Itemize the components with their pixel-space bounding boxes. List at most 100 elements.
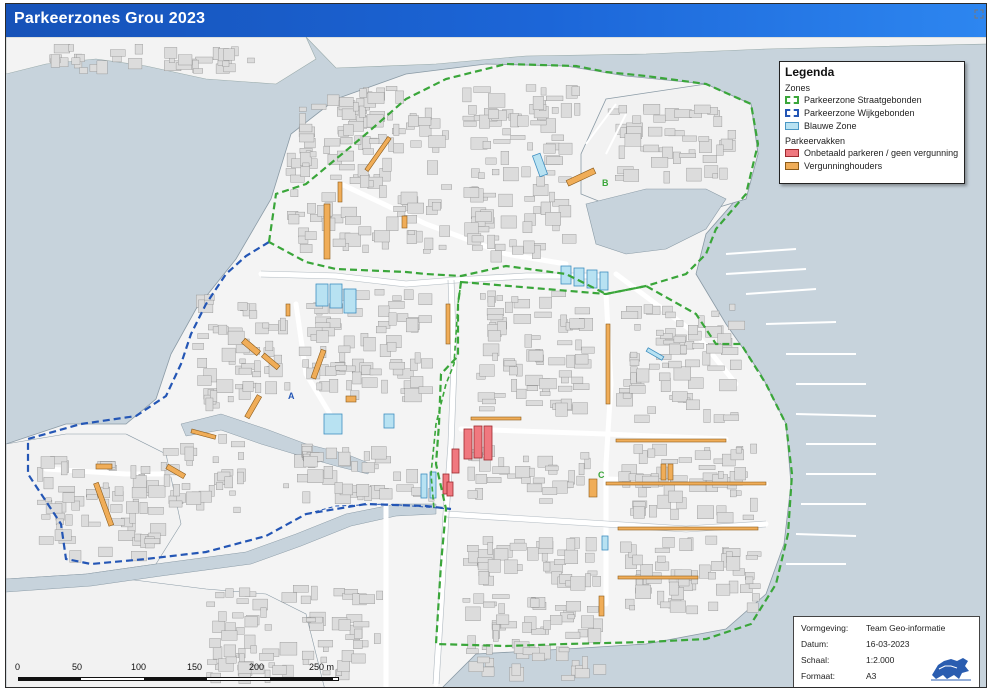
building [622, 393, 632, 399]
building [551, 134, 564, 141]
legend-label: Parkeerzone Wijkgebonden [804, 107, 915, 118]
building [548, 357, 566, 366]
building [168, 500, 183, 508]
legend-label: Onbetaald parkeren / geen vergunning [804, 147, 959, 158]
building [564, 549, 578, 564]
building [542, 487, 558, 495]
building [486, 477, 502, 483]
building [40, 456, 55, 469]
building [630, 351, 638, 358]
info-value-formaat: A3 [866, 671, 877, 681]
building [566, 538, 576, 552]
building [395, 90, 404, 104]
building [678, 457, 693, 463]
building [629, 385, 646, 394]
building [655, 561, 670, 571]
building [393, 123, 400, 136]
building [503, 360, 517, 367]
building [223, 48, 235, 61]
building [389, 362, 405, 370]
building [662, 362, 669, 368]
blue-dashed-swatch [785, 108, 799, 117]
building [570, 576, 586, 591]
building [546, 170, 556, 176]
zone-label-c: C [598, 470, 605, 480]
legend-label: Parkeerzone Straatgebonden [804, 94, 922, 105]
building [462, 598, 471, 603]
building [705, 535, 718, 545]
lion-emblem-icon [931, 658, 971, 681]
building [317, 640, 333, 648]
building [649, 363, 660, 370]
building [711, 310, 720, 317]
building [621, 311, 639, 319]
building [505, 301, 513, 313]
building [358, 226, 372, 236]
building [587, 628, 602, 643]
building [386, 216, 399, 231]
building [250, 645, 257, 654]
building [543, 143, 556, 154]
building [325, 366, 337, 376]
building [647, 448, 656, 458]
building [302, 491, 311, 504]
building [492, 594, 510, 599]
expand-icon[interactable] [974, 6, 984, 24]
building [309, 151, 317, 158]
building [316, 330, 329, 343]
building [498, 603, 505, 614]
building [140, 466, 151, 475]
building [221, 630, 238, 641]
building [299, 133, 315, 143]
building [539, 391, 551, 396]
building [661, 459, 678, 464]
building [130, 465, 137, 479]
legend-item-straatgebonden: Parkeerzone Straatgebonden [785, 93, 959, 106]
building [513, 314, 531, 324]
building [662, 537, 675, 548]
building [349, 176, 362, 184]
building [379, 185, 387, 198]
building [186, 491, 202, 505]
building [477, 656, 490, 664]
building [496, 295, 503, 301]
building [522, 221, 533, 233]
building [495, 243, 506, 251]
building [481, 666, 495, 677]
building [561, 675, 575, 681]
building [679, 538, 692, 551]
building [623, 169, 639, 182]
building [307, 469, 324, 484]
building [745, 576, 754, 585]
legend-section-zones: Zones [785, 83, 811, 93]
building [468, 661, 484, 672]
building [668, 490, 683, 503]
building [421, 358, 433, 369]
building [406, 469, 419, 484]
building [338, 451, 351, 466]
green-dashed-swatch [785, 95, 799, 104]
building [128, 58, 143, 70]
building [224, 476, 233, 489]
building [237, 302, 248, 311]
building [475, 211, 492, 222]
building [352, 371, 362, 385]
building [557, 340, 573, 346]
info-key-formaat: Formaat: [801, 671, 836, 681]
building [719, 379, 737, 392]
building [494, 548, 509, 561]
legend-label: Blauwe Zone [804, 120, 857, 131]
building [260, 607, 267, 618]
building [702, 351, 711, 366]
building [498, 457, 505, 467]
building [643, 104, 661, 115]
building [293, 585, 309, 593]
building [197, 333, 209, 339]
building [482, 398, 497, 405]
building [566, 601, 582, 612]
building [509, 542, 527, 551]
building [532, 477, 545, 484]
building [162, 448, 179, 456]
building [624, 133, 642, 147]
building [487, 296, 495, 307]
